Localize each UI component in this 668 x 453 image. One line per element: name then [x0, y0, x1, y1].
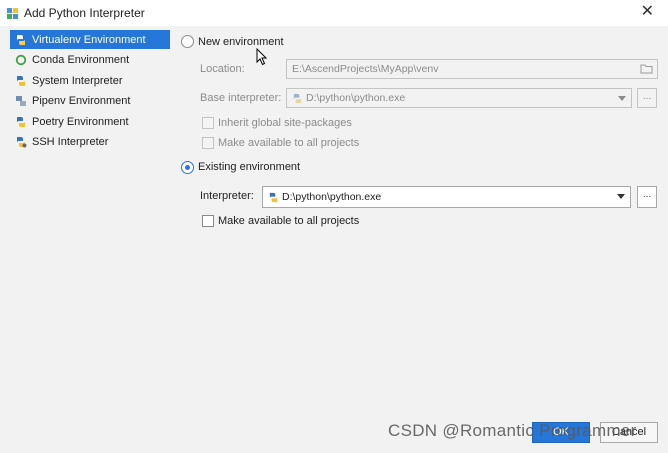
interpreter-label: Interpreter: — [200, 190, 254, 202]
ssh-icon — [17, 136, 27, 147]
python-icon — [269, 192, 278, 202]
new-env-make-available-label: Make available to all projects — [218, 137, 360, 149]
interpreter-type-list: Virtualenv Environment Conda Environment… — [0, 26, 172, 453]
chevron-down-icon — [618, 96, 626, 101]
python-icon — [17, 75, 25, 86]
sidebar-item-label: System Interpreter — [32, 74, 123, 87]
existing-env-make-available-checkbox[interactable] — [202, 215, 214, 227]
interpreter-settings-panel: New environment Location: E:\AscendProje… — [172, 26, 668, 453]
sidebar-item-label: Conda Environment — [32, 53, 130, 66]
location-value: E:\AscendProjects\MyApp\venv — [292, 63, 439, 75]
folder-icon[interactable] — [640, 63, 653, 75]
sidebar-item-conda[interactable]: Conda Environment — [10, 50, 170, 69]
chevron-down-icon — [617, 194, 625, 199]
base-interpreter-label: Base interpreter: — [200, 92, 282, 104]
title-bar: Add Python Interpreter ✕ — [0, 0, 668, 26]
sidebar-item-pipenv[interactable]: Pipenv Environment — [10, 91, 170, 110]
new-environment-label: New environment — [198, 36, 284, 48]
base-interpreter-value: D:\python\python.exe — [306, 92, 406, 104]
virtualenv-icon — [17, 34, 25, 45]
existing-environment-label: Existing environment — [198, 161, 301, 173]
sidebar-item-poetry[interactable]: Poetry Environment — [10, 112, 170, 131]
base-interpreter-select[interactable]: D:\python\python.exe — [286, 88, 632, 108]
interpreter-browse-button[interactable]: ... — [637, 186, 657, 208]
location-field[interactable]: E:\AscendProjects\MyApp\venv — [286, 59, 658, 79]
conda-icon — [15, 54, 27, 65]
base-interpreter-browse-button[interactable]: ... — [637, 88, 657, 108]
location-label: Location: — [200, 63, 245, 75]
watermark-text: CSDN @Romantic Programmer — [388, 421, 637, 440]
interpreter-value: D:\python\python.exe — [282, 191, 382, 203]
sidebar-item-label: Pipenv Environment — [32, 94, 131, 107]
existing-env-make-available-label: Make available to all projects — [218, 215, 360, 227]
pycharm-app-icon — [7, 8, 18, 19]
new-environment-radio[interactable] — [181, 35, 194, 48]
window-title: Add Python Interpreter — [24, 6, 145, 20]
sidebar-item-label: Virtualenv Environment — [32, 33, 146, 46]
mouse-cursor-icon — [256, 48, 268, 66]
poetry-icon — [17, 116, 25, 127]
sidebar-item-label: Poetry Environment — [32, 115, 129, 128]
pipenv-icon — [16, 95, 26, 106]
inherit-site-packages-checkbox[interactable] — [202, 117, 214, 129]
python-icon — [293, 93, 302, 103]
sidebar-item-label: SSH Interpreter — [32, 135, 109, 148]
sidebar-item-ssh[interactable]: SSH Interpreter — [10, 132, 170, 151]
sidebar-item-system[interactable]: System Interpreter — [10, 71, 170, 90]
inherit-site-packages-label: Inherit global site-packages — [218, 117, 352, 129]
interpreter-select[interactable]: D:\python\python.exe — [262, 186, 631, 208]
existing-environment-radio[interactable] — [181, 161, 194, 174]
new-env-make-available-checkbox[interactable] — [202, 137, 214, 149]
sidebar-item-virtualenv[interactable]: Virtualenv Environment — [10, 30, 170, 49]
close-icon[interactable]: ✕ — [641, 3, 654, 21]
